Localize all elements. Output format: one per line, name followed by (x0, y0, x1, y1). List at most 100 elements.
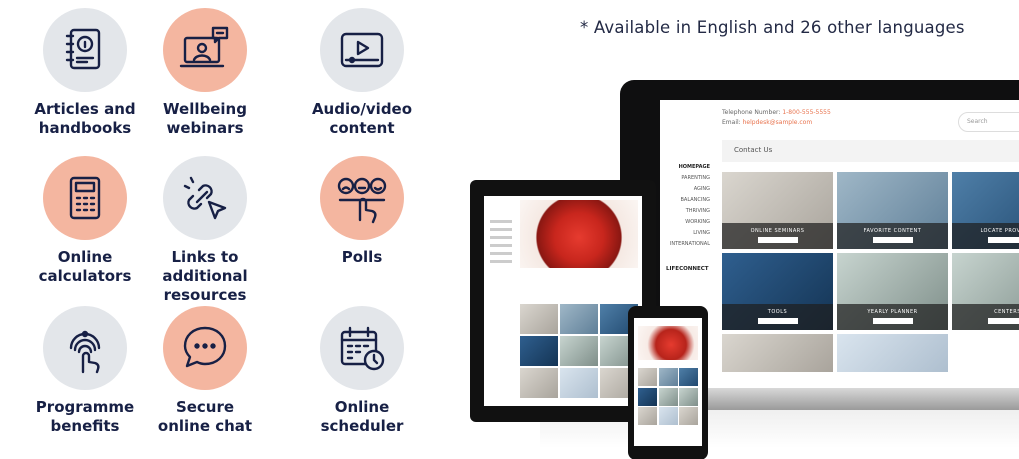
content-tile[interactable]: ONLINE SEMINARS (722, 172, 833, 249)
tablet-tile (560, 336, 598, 366)
tile-button[interactable] (757, 318, 798, 324)
feature-label-line: resources (163, 286, 247, 304)
email-label: Email: (722, 119, 741, 126)
feature-label-line: scheduler (320, 417, 404, 435)
phone-mockup (628, 306, 708, 459)
link-cursor-icon (163, 156, 247, 240)
content-tile[interactable]: LOCATE PROVIDER (952, 172, 1019, 249)
tablet-tile (520, 304, 558, 334)
feature-label: Links to additional resources (130, 248, 280, 305)
tile-title: CENTERS (994, 309, 1019, 315)
tile-title: TOOLS (767, 309, 788, 315)
video-player-icon (320, 8, 404, 92)
feature-item: Links to additional resources (130, 156, 280, 305)
search-input[interactable]: Search (958, 112, 1019, 132)
phone-tiles (638, 368, 698, 425)
tile-title: ONLINE SEMINARS (750, 228, 805, 234)
tile-caption: TOOLS (722, 304, 833, 330)
feature-label-line: Audio/video (311, 100, 413, 118)
feature-item: Wellbeing webinars (130, 8, 280, 138)
tile-caption: YEARLY PLANNER (837, 304, 948, 330)
feature-label: Secure online chat (130, 398, 280, 436)
content-tile[interactable]: CENTERS (952, 253, 1019, 330)
tile-button[interactable] (987, 237, 1019, 243)
phone-tile (638, 368, 657, 386)
tablet-hero-image (520, 200, 638, 268)
tile-button[interactable] (987, 318, 1019, 324)
tile-button[interactable] (757, 237, 798, 243)
feature-item: Online scheduler (287, 306, 437, 436)
languages-caption: * Available in English and 26 other lang… (580, 18, 965, 37)
phone-tile (658, 368, 678, 386)
nav-item[interactable]: THRIVING (666, 206, 710, 217)
content-tile[interactable]: TOOLS (722, 253, 833, 330)
tile-title: LOCATE PROVIDER (980, 228, 1019, 234)
tile-caption: ONLINE SEMINARS (722, 223, 833, 249)
feature-label-line: Polls (341, 248, 383, 266)
fingerprint-touch-icon (43, 306, 127, 390)
contact-us-bar[interactable]: Contact Us (722, 140, 1019, 162)
tablet-tile (560, 304, 598, 334)
site-logo: LIFECONNECT (666, 266, 709, 272)
phone-hero-image (638, 326, 698, 360)
phone-tile (679, 368, 698, 386)
feature-item: Secure online chat (130, 306, 280, 436)
nav-item[interactable]: PARENTING (666, 173, 710, 184)
feature-label-line: online chat (157, 417, 253, 435)
tile-button[interactable] (872, 318, 913, 324)
feature-label-line: additional (162, 267, 248, 285)
site-nav: HOMEPAGE PARENTING AGING BALANCING THRIVING W… (666, 162, 710, 250)
handbook-icon (43, 8, 127, 92)
calculator-icon (43, 156, 127, 240)
content-tile[interactable] (722, 334, 833, 372)
email-value: helpdesk@sample.com (742, 119, 813, 126)
tile-button[interactable] (872, 237, 913, 243)
content-tiles: ONLINE SEMINARS FAVORITE CONTENT LOCATE PR… (722, 172, 1019, 372)
poll-faces-icon (320, 156, 404, 240)
feature-label: Wellbeing webinars (130, 100, 280, 138)
feature-item: Polls (287, 156, 437, 267)
tablet-tile (520, 368, 558, 398)
phone-tile (679, 407, 698, 425)
nav-item[interactable]: INTERNATIONAL (666, 239, 710, 250)
tablet-tile (560, 368, 598, 398)
feature-label-line: webinars (166, 119, 244, 137)
nav-item[interactable]: WORKING (666, 217, 710, 228)
content-tile[interactable]: YEARLY PLANNER (837, 253, 948, 330)
phone-screen (634, 318, 702, 446)
tile-caption: FAVORITE CONTENT (837, 223, 948, 249)
phone-tile (638, 407, 657, 425)
telephone-value: 1-800-555-5555 (782, 109, 831, 116)
tablet-tiles (520, 304, 638, 398)
chat-bubble-icon (163, 306, 247, 390)
calendar-clock-icon (320, 306, 404, 390)
telephone-label: Telephone Number: (722, 109, 781, 116)
nav-item[interactable]: LIVING (666, 228, 710, 239)
nav-item[interactable]: BALANCING (666, 195, 711, 206)
feature-label-line: content (329, 119, 395, 137)
feature-label: Audio/video content (287, 100, 437, 138)
tile-title: YEARLY PLANNER (867, 309, 918, 315)
nav-item[interactable]: AGING (666, 184, 710, 195)
tile-caption: CENTERS (952, 304, 1019, 330)
phone-tile (679, 387, 698, 406)
tablet-nav (490, 220, 512, 268)
feature-label-line: Online (334, 398, 390, 416)
tile-title: FAVORITE CONTENT (863, 228, 922, 234)
feature-item: Audio/video content (287, 8, 437, 138)
tablet-screen (484, 196, 642, 406)
feature-label: Online scheduler (287, 398, 437, 436)
tablet-tile (520, 336, 558, 366)
feature-label-line: Links to (171, 248, 239, 266)
nav-item[interactable]: HOMEPAGE (666, 162, 710, 173)
contact-info: Telephone Number: 1-800-555-5555 Email: … (722, 108, 831, 128)
phone-tile (658, 387, 678, 406)
feature-label-line: Secure (175, 398, 235, 416)
webinar-icon (163, 8, 247, 92)
feature-label: Polls (287, 248, 437, 267)
tile-caption: LOCATE PROVIDER (952, 223, 1019, 249)
content-tile[interactable]: FAVORITE CONTENT (837, 172, 948, 249)
laptop-screen: Telephone Number: 1-800-555-5555 Email: … (660, 100, 1019, 392)
content-tile[interactable] (837, 334, 948, 372)
phone-tile (658, 407, 678, 425)
